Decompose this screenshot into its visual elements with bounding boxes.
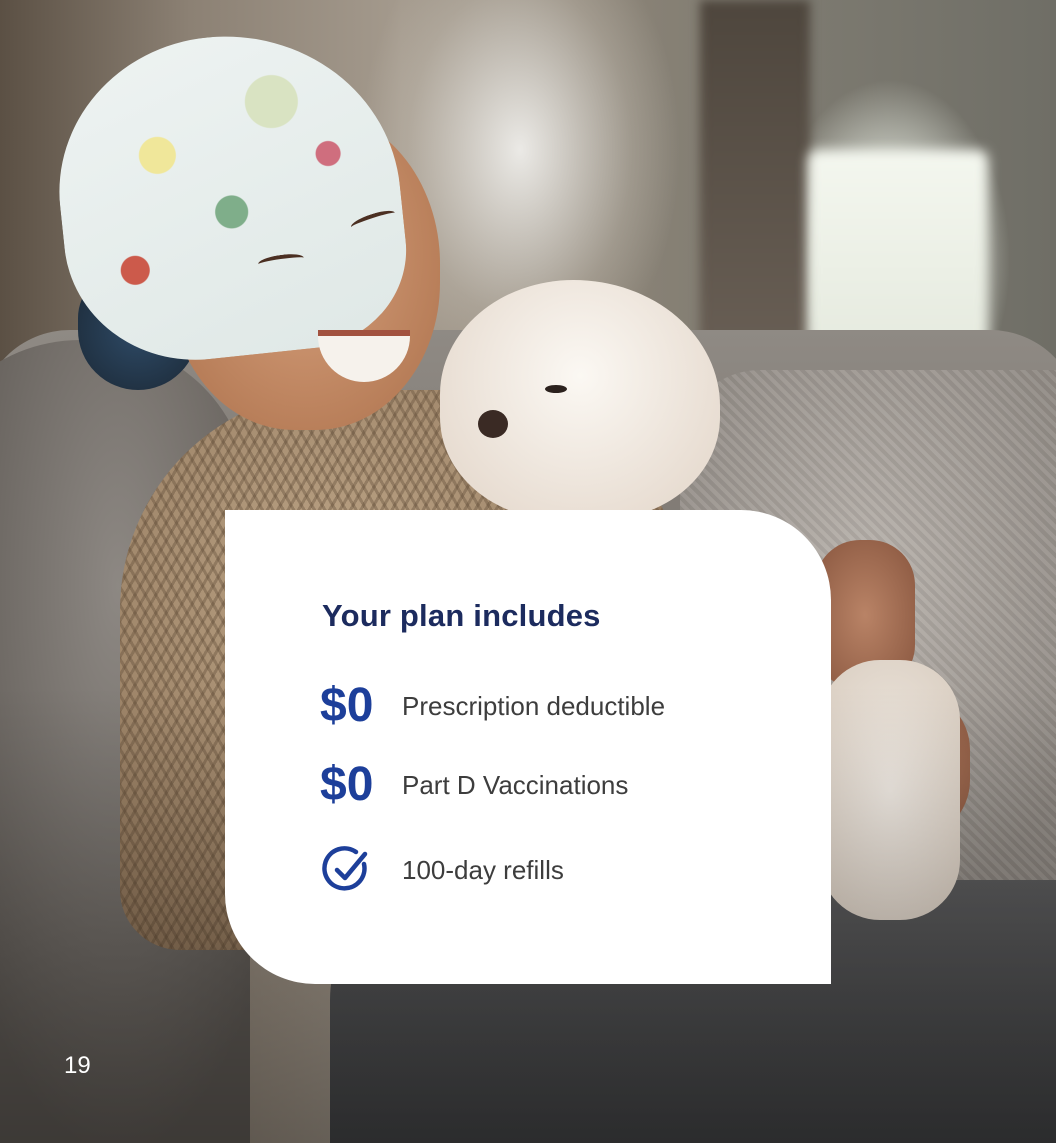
benefit-item-prescription-deductible: $0 Prescription deductible <box>320 676 665 736</box>
benefit-label: 100-day refills <box>402 855 564 885</box>
benefit-item-100-day-refills: 100-day refills <box>320 840 564 900</box>
card-title: Your plan includes <box>322 598 601 633</box>
plan-benefits-card: Your plan includes $0 Prescription deduc… <box>225 510 831 984</box>
benefit-amount: $0 <box>320 679 374 732</box>
benefit-label: Prescription deductible <box>402 691 666 721</box>
page-number: 19 <box>64 1052 91 1079</box>
benefit-item-part-d-vaccinations: $0 Part D Vaccinations <box>320 755 628 815</box>
benefit-amount: $0 <box>320 758 374 811</box>
check-circle-icon <box>320 842 402 898</box>
brochure-page: Your plan includes $0 Prescription deduc… <box>0 0 1056 1143</box>
benefit-label: Part D Vaccinations <box>402 770 629 800</box>
